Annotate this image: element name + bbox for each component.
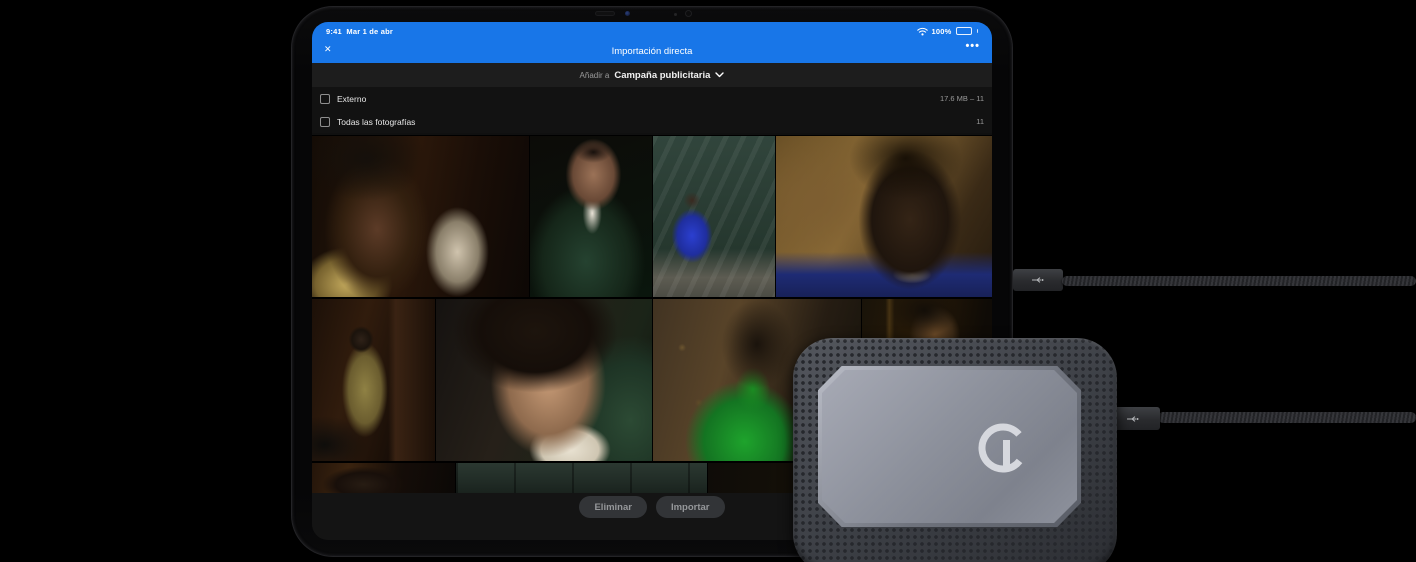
battery-percent: 100% [931,26,952,36]
status-bar: 9:41 Mar 1 de abr 100% [312,22,992,40]
add-to-dropdown[interactable]: Añadir a Campaña publicitaria [312,63,992,87]
photo-thumbnail[interactable] [456,463,707,493]
all-photos-label: Todas las fotografías [337,116,416,127]
delete-button[interactable]: Eliminar [579,496,647,518]
section-row-all-photos: Todas las fotografías 11 [312,110,992,133]
usb-trident-icon [1032,277,1044,283]
more-options-button[interactable]: ••• [965,40,980,52]
page-title: Importación directa [611,46,693,57]
externo-checkbox[interactable] [320,93,330,104]
add-to-label: Añadir a [579,70,610,80]
wifi-icon [916,27,928,35]
externo-meta: 17.6 MB – 11 [939,94,984,103]
scene: 9:41 Mar 1 de abr 100% ✕ Importación dir… [0,0,1416,562]
import-button[interactable]: Importar [655,496,725,518]
photo-thumbnail[interactable] [312,299,435,461]
usb-trident-icon [1127,415,1139,422]
status-time: 9:41 [326,26,342,36]
all-photos-meta: 11 [976,117,984,126]
ipad-sensor-pill [595,11,615,16]
battery-icon [955,27,972,35]
status-date: Mar 1 de abr [346,26,393,36]
g-drive-logo-icon [978,423,1028,473]
externo-label: Externo [337,93,367,104]
import-header: ✕ Importación directa ••• [312,40,992,63]
chevron-down-icon [715,72,725,78]
photo-thumbnail[interactable] [312,463,455,493]
external-ssd-drive [793,338,1117,562]
braided-cable-drive [1158,412,1416,423]
photo-thumbnail[interactable] [530,136,652,297]
section-row-externo: Externo 17.6 MB – 11 [312,87,992,110]
ssd-metal-plate [822,370,1077,523]
ipad-front-camera [625,11,630,16]
ipad-sensor-ring [685,10,692,17]
photo-thumbnail[interactable] [312,136,529,297]
ipad-mic-dot [674,13,677,16]
battery-tip [976,29,978,33]
usb-connector-top [1013,269,1063,291]
add-to-value: Campaña publicitaria [614,69,711,81]
all-photos-checkbox[interactable] [320,116,330,127]
photo-thumbnail[interactable] [436,299,652,461]
braided-cable-top [1062,276,1416,286]
photo-thumbnail[interactable] [653,136,775,297]
photo-thumbnail[interactable] [776,136,992,297]
status-time-date: 9:41 Mar 1 de abr [326,27,393,36]
